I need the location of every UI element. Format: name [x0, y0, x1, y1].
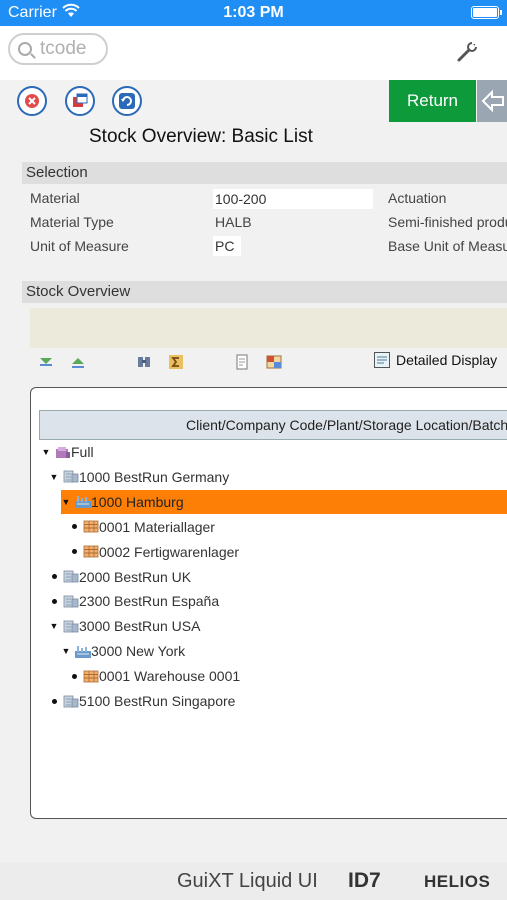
company-icon [63, 470, 79, 483]
footer-id7: ID7 [348, 869, 381, 892]
tree-node[interactable]: 0002 Fertigwarenlager [69, 540, 239, 564]
tree-node-label: 0001 Materiallager [99, 518, 215, 535]
company-icon [63, 695, 79, 708]
leaf-bullet-icon [49, 699, 59, 704]
alv-toolbar: Detailed Display [22, 350, 507, 376]
tcode-input[interactable] [40, 38, 100, 60]
tree-node[interactable]: 5100 BestRun Singapore [49, 689, 235, 713]
new-session-button[interactable] [65, 86, 95, 116]
tree-node-label: 3000 BestRun USA [79, 618, 201, 635]
uom-label: Unit of Measure [30, 238, 129, 254]
new-session-icon [73, 93, 88, 107]
footer-helios: HELIOS [424, 872, 491, 891]
storage-icon [83, 670, 99, 683]
tree-node-label: 2000 BestRun UK [79, 568, 192, 585]
refresh-button[interactable] [112, 86, 142, 116]
material-type-description: Semi-finished product [388, 214, 507, 230]
leaf-bullet-icon [69, 524, 79, 529]
toolbar: Return [0, 80, 507, 122]
material-type-value: HALB [215, 214, 252, 230]
tree-node[interactable]: ▼ 3000 New York [61, 639, 186, 663]
tree-node[interactable]: 0001 Materiallager [69, 515, 215, 539]
clock: 1:03 PM [223, 4, 284, 21]
company-icon [63, 570, 79, 583]
leaf-bullet-icon [69, 674, 79, 679]
stock-tree-panel: Client/Company Code/Plant/Storage Locati… [30, 387, 507, 819]
back-button[interactable] [477, 80, 507, 122]
material-label: Material [30, 190, 80, 206]
collapse-toggle-icon[interactable]: ▼ [61, 646, 71, 656]
collapse-all-icon[interactable] [70, 354, 86, 370]
tree-node-label: 2300 BestRun España [79, 593, 220, 610]
tree-node[interactable]: 2300 BestRun España [49, 589, 219, 613]
tree-node[interactable]: 0001 Warehouse 0001 [69, 664, 240, 688]
cancel-button[interactable] [17, 86, 47, 116]
collapse-toggle-icon[interactable]: ▼ [41, 447, 51, 457]
plant-icon [75, 645, 91, 658]
selection-header: Selection [22, 162, 507, 184]
company-icon [63, 595, 79, 608]
sum-icon[interactable] [168, 354, 184, 370]
uom-description: Base Unit of Measure [388, 238, 507, 254]
refresh-icon [119, 93, 135, 109]
detailed-display-icon [374, 352, 390, 368]
tree-node-selected[interactable]: ▼ 1000 Hamburg [61, 489, 507, 514]
detailed-display-label: Detailed Display [396, 352, 498, 368]
page-title: Stock Overview: Basic List [89, 126, 313, 147]
material-type-label: Material Type [30, 214, 114, 230]
collapse-toggle-icon[interactable]: ▼ [49, 621, 59, 631]
find-icon[interactable] [136, 354, 152, 370]
plant-icon [75, 495, 91, 509]
tree-node[interactable]: ▼ 1000 BestRun Germany [49, 465, 230, 489]
tree-node[interactable]: 2000 BestRun UK [49, 565, 191, 589]
footer: GuiXT Liquid UI ID7 HELIOS [0, 862, 507, 900]
return-button[interactable]: Return [389, 80, 476, 122]
material-description: Actuation [388, 190, 447, 206]
overview-strip [30, 308, 507, 348]
tree-node[interactable]: ▼ Full [41, 440, 94, 464]
client-icon [55, 446, 71, 459]
tree-node-label: 0002 Fertigwarenlager [99, 543, 240, 560]
material-field: 100-200 [213, 189, 373, 209]
back-arrow-icon [481, 89, 504, 113]
uom-field: PC [213, 236, 241, 256]
collapse-toggle-icon[interactable]: ▼ [49, 472, 59, 482]
tree-node-label: 0001 Warehouse 0001 [99, 668, 241, 685]
leaf-bullet-icon [49, 574, 59, 579]
storage-icon [83, 545, 99, 558]
tree-node-label: 1000 Hamburg [91, 493, 184, 510]
leaf-bullet-icon [69, 549, 79, 554]
tree-node-label: Full [71, 444, 94, 460]
leaf-bullet-icon [49, 599, 59, 604]
collapse-toggle-icon[interactable]: ▼ [61, 497, 71, 507]
wrench-icon[interactable] [455, 40, 479, 64]
search-icon [18, 42, 32, 56]
tree-node[interactable]: ▼ 3000 BestRun USA [49, 614, 201, 638]
footer-brand: GuiXT Liquid UI [177, 870, 318, 892]
status-bar: Carrier 1:03 PM [0, 0, 507, 26]
layout-icon[interactable] [266, 354, 282, 370]
print-icon[interactable] [234, 354, 250, 370]
main-content: Stock Overview: Basic List Selection Mat… [0, 122, 507, 862]
tree-node-label: 1000 BestRun Germany [79, 468, 230, 485]
tcode-field[interactable] [8, 33, 108, 65]
stock-overview-header: Stock Overview [22, 281, 507, 303]
tcode-bar [0, 26, 507, 80]
tree-column-header: Client/Company Code/Plant/Storage Locati… [39, 410, 507, 440]
expand-all-icon[interactable] [38, 354, 54, 370]
battery-icon [471, 6, 502, 19]
tree-node-label: 5100 BestRun Singapore [79, 693, 236, 709]
detailed-display-button[interactable]: Detailed Display [374, 352, 497, 368]
storage-icon [83, 520, 99, 533]
tree-node-label: 3000 New York [91, 643, 186, 660]
company-icon [63, 620, 79, 633]
cancel-icon [25, 94, 39, 108]
